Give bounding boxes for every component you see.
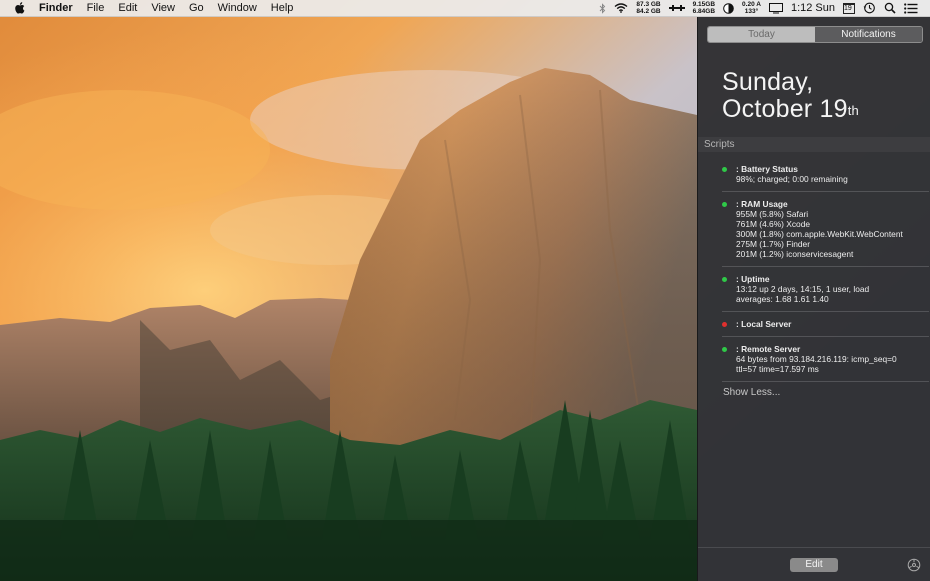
scripts-widget-header[interactable]: Scripts xyxy=(698,137,930,152)
script-battery-status[interactable]: : Battery Status 98%; charged; 0:00 rema… xyxy=(722,157,929,192)
scripts-widget: : Battery Status 98%; charged; 0:00 rema… xyxy=(698,157,930,382)
edit-button[interactable]: Edit xyxy=(790,558,838,572)
notification-center-icon[interactable] xyxy=(904,2,918,14)
script-output-line: 64 bytes from 93.184.216.119: icmp_seq=0 xyxy=(736,354,897,364)
menu-help[interactable]: Help xyxy=(264,0,301,16)
script-title: : Local Server xyxy=(736,319,792,329)
script-output-line: 761M (4.6%) Xcode xyxy=(736,219,811,229)
script-output-line: 98%; charged; 0:00 remaining xyxy=(736,174,848,184)
menu-window[interactable]: Window xyxy=(211,0,264,16)
nc-date-month-day-row: October 19th xyxy=(722,96,859,123)
script-output-line: 13:12 up 2 days, 14:15, 1 user, load xyxy=(736,284,870,294)
apple-icon[interactable] xyxy=(6,0,32,16)
network-usage-line2: 6.84GB xyxy=(692,8,716,15)
show-less-link[interactable]: Show Less... xyxy=(723,387,780,398)
tab-today[interactable]: Today xyxy=(708,27,815,42)
tab-notifications[interactable]: Notifications xyxy=(815,27,922,42)
status-dot xyxy=(722,202,727,207)
script-output-line: averages: 1.68 1.61 1.40 xyxy=(736,294,829,304)
status-dot xyxy=(722,167,727,172)
status-dot xyxy=(722,322,727,327)
script-title: : Uptime xyxy=(736,274,770,284)
script-title: : RAM Usage xyxy=(736,199,788,209)
sensor-line2: 133° xyxy=(744,8,759,15)
script-output-line: 201M (1.2%) iconservicesagent xyxy=(736,249,854,259)
menu-go[interactable]: Go xyxy=(182,0,211,16)
menu-edit[interactable]: Edit xyxy=(111,0,144,16)
settings-icon[interactable] xyxy=(907,558,921,572)
nc-date-weekday: Sunday, xyxy=(722,68,814,96)
script-title: : Remote Server xyxy=(736,344,801,354)
sensor-widget[interactable]: 0.20 A 133° xyxy=(742,1,761,15)
nc-date: Sunday, October 19th xyxy=(722,69,859,123)
network-activity-icon[interactable] xyxy=(668,4,685,12)
script-output-line: 300M (1.8%) com.apple.WebKit.WebContent xyxy=(736,229,903,239)
script-remote-server[interactable]: : Remote Server 64 bytes from 93.184.216… xyxy=(722,337,929,382)
script-uptime[interactable]: : Uptime 13:12 up 2 days, 14:15, 1 user,… xyxy=(722,267,929,312)
time-machine-icon[interactable] xyxy=(863,2,876,14)
nc-footer: Edit xyxy=(698,547,930,581)
nc-date-suffix: th xyxy=(847,103,859,118)
notification-center-panel: Today Notifications Sunday, October 19th… xyxy=(697,17,930,581)
script-output-line: 955M (5.8%) Safari xyxy=(736,209,809,219)
menu-view[interactable]: View xyxy=(144,0,182,16)
spotlight-icon[interactable] xyxy=(884,2,896,14)
calendar-icon[interactable]: 19 xyxy=(843,2,855,14)
nc-segmented-control: Today Notifications xyxy=(707,26,923,43)
menubar-clock[interactable]: 1:12 Sun xyxy=(791,2,835,14)
script-ram-usage[interactable]: : RAM Usage 955M (5.8%) Safari 761M (4.6… xyxy=(722,192,929,267)
moon-phase-icon[interactable] xyxy=(723,2,734,14)
menu-bar: Finder File Edit View Go Window Help 87. xyxy=(0,0,930,17)
menu-finder[interactable]: Finder xyxy=(32,0,80,16)
sensor-line1: 0.20 A xyxy=(742,1,761,8)
disk-usage-line2: 84.2 GB xyxy=(636,8,661,15)
disk-usage-widget[interactable]: 87.3 GB 84.2 GB xyxy=(636,1,660,15)
bluetooth-icon[interactable] xyxy=(599,2,606,14)
status-dot xyxy=(722,347,727,352)
script-output-line: ttl=57 time=17.597 ms xyxy=(736,364,819,374)
display-icon[interactable] xyxy=(768,2,783,14)
network-usage-line1: 9.15GB xyxy=(692,1,716,8)
status-dot xyxy=(722,277,727,282)
script-local-server[interactable]: : Local Server xyxy=(722,312,929,337)
desktop: Finder File Edit View Go Window Help 87. xyxy=(0,0,930,581)
script-title: : Battery Status xyxy=(736,164,798,174)
disk-usage-line1: 87.3 GB xyxy=(636,1,661,8)
nc-date-month-day: October 19 xyxy=(722,95,848,123)
menu-file[interactable]: File xyxy=(80,0,112,16)
wifi-icon[interactable] xyxy=(614,3,628,13)
network-usage-widget[interactable]: 9.15GB 6.84GB xyxy=(693,1,715,15)
script-output-line: 275M (1.7%) Finder xyxy=(736,239,811,249)
